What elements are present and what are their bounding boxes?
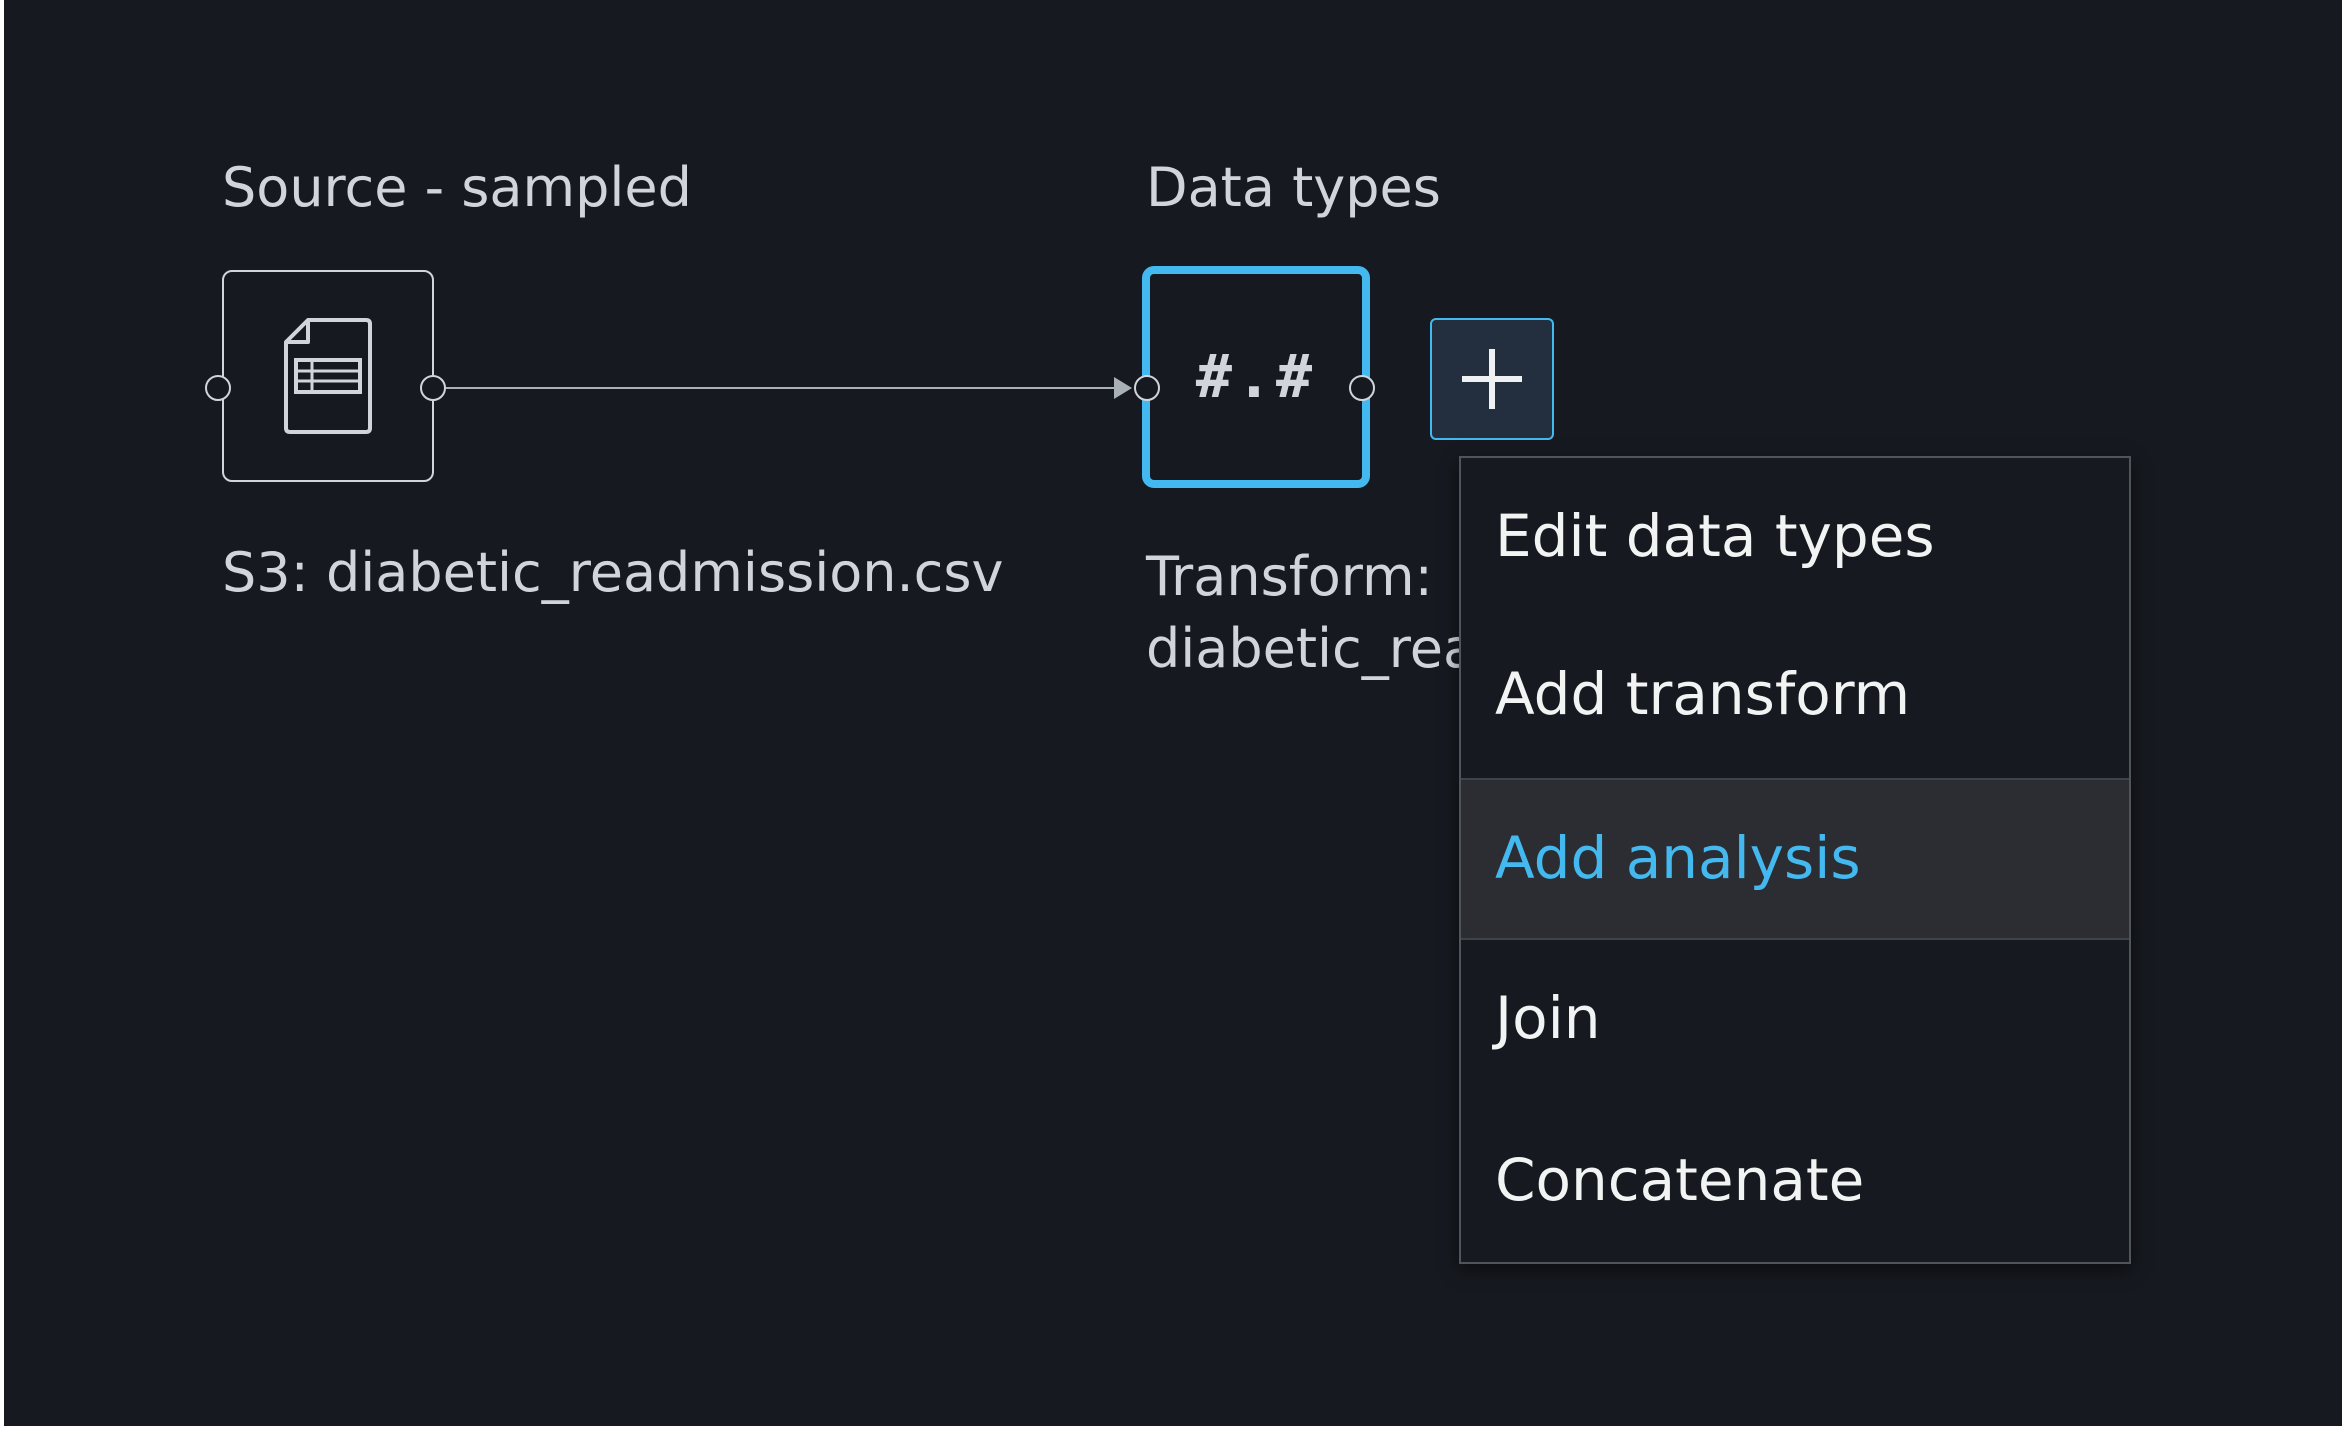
source-input-port[interactable] <box>205 375 231 401</box>
datatypes-output-port[interactable] <box>1349 375 1375 401</box>
menu-item-concatenate[interactable]: Concatenate <box>1461 1144 2129 1216</box>
add-step-menu: Edit data types Add transform Add analys… <box>1459 456 2131 1264</box>
document-table-icon <box>284 318 372 434</box>
menu-item-add-analysis[interactable]: Add analysis <box>1461 778 2129 940</box>
connection-edge <box>446 387 1124 389</box>
datatypes-input-port[interactable] <box>1134 375 1160 401</box>
datatypes-node-title: Data types <box>1146 156 1441 219</box>
flow-canvas[interactable]: Source - sampled S3: diabetic_readmissio… <box>4 0 2342 1426</box>
menu-item-edit-data-types[interactable]: Edit data types <box>1461 500 2129 572</box>
add-step-button[interactable] <box>1430 318 1554 440</box>
datatypes-node-label-line2: diabetic_rea <box>1146 617 1477 680</box>
source-output-port[interactable] <box>420 375 446 401</box>
datatypes-node[interactable]: #.# <box>1142 266 1370 488</box>
datatypes-node-label-line1: Transform: <box>1146 545 1433 608</box>
number-format-icon: #.# <box>1195 342 1317 412</box>
menu-item-join[interactable]: Join <box>1461 982 2129 1054</box>
edge-arrow-icon <box>1114 377 1132 399</box>
source-node[interactable] <box>222 270 434 482</box>
source-node-label: S3: diabetic_readmission.csv <box>222 541 1004 604</box>
source-node-title: Source - sampled <box>222 156 692 219</box>
menu-item-add-transform[interactable]: Add transform <box>1461 658 2129 730</box>
